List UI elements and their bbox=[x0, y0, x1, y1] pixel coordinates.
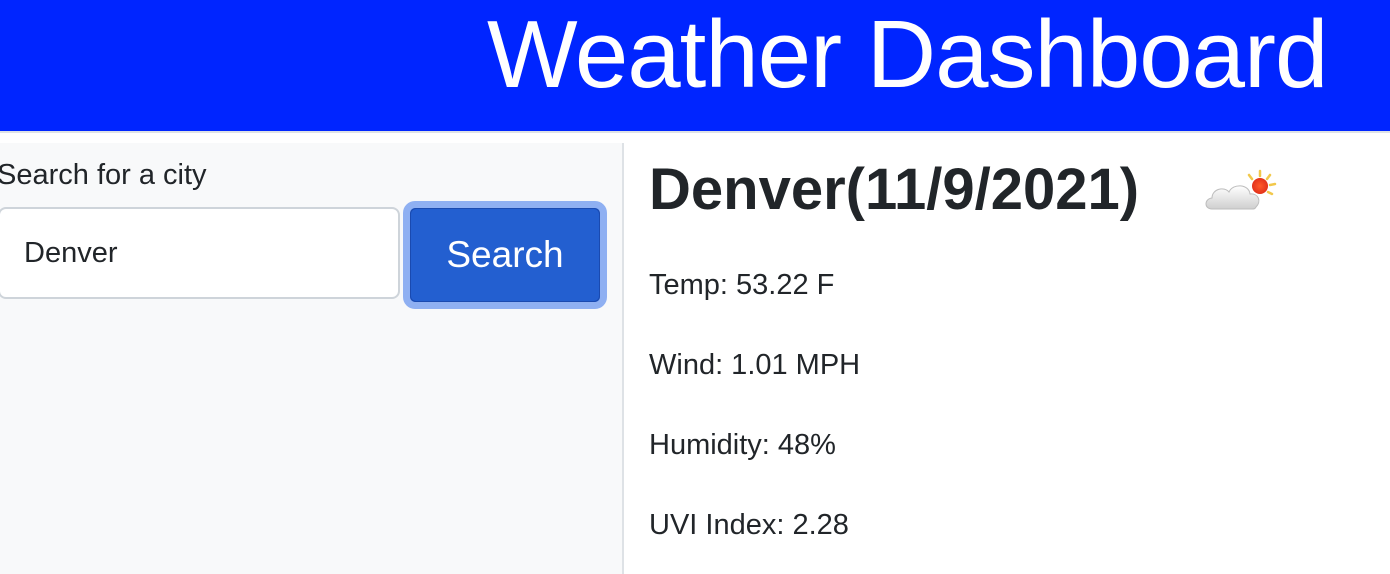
search-button[interactable]: Search bbox=[403, 201, 607, 309]
cloud-sun-icon bbox=[1205, 169, 1277, 210]
city-date-heading: Denver(11/9/2021) bbox=[649, 157, 1140, 222]
wind-text: Wind: 1.01 MPH bbox=[649, 349, 861, 381]
page-title: Weather Dashboard bbox=[487, 1, 1328, 108]
uv-index-text: UVI Index: 2.28 bbox=[649, 509, 849, 541]
temperature-text: Temp: 53.22 F bbox=[649, 269, 835, 301]
current-weather-panel: Denver(11/9/2021) Temp: 53.22 F Wind: 1.… bbox=[624, 143, 1390, 574]
page-header: Weather Dashboard bbox=[0, 0, 1390, 131]
search-panel: Search for a city Search bbox=[0, 143, 622, 574]
search-button-label: Search bbox=[410, 208, 600, 302]
humidity-text: Humidity: 48% bbox=[649, 429, 836, 461]
search-label: Search for a city bbox=[0, 159, 207, 191]
city-search-input[interactable] bbox=[0, 207, 400, 299]
header-divider bbox=[0, 131, 1390, 133]
